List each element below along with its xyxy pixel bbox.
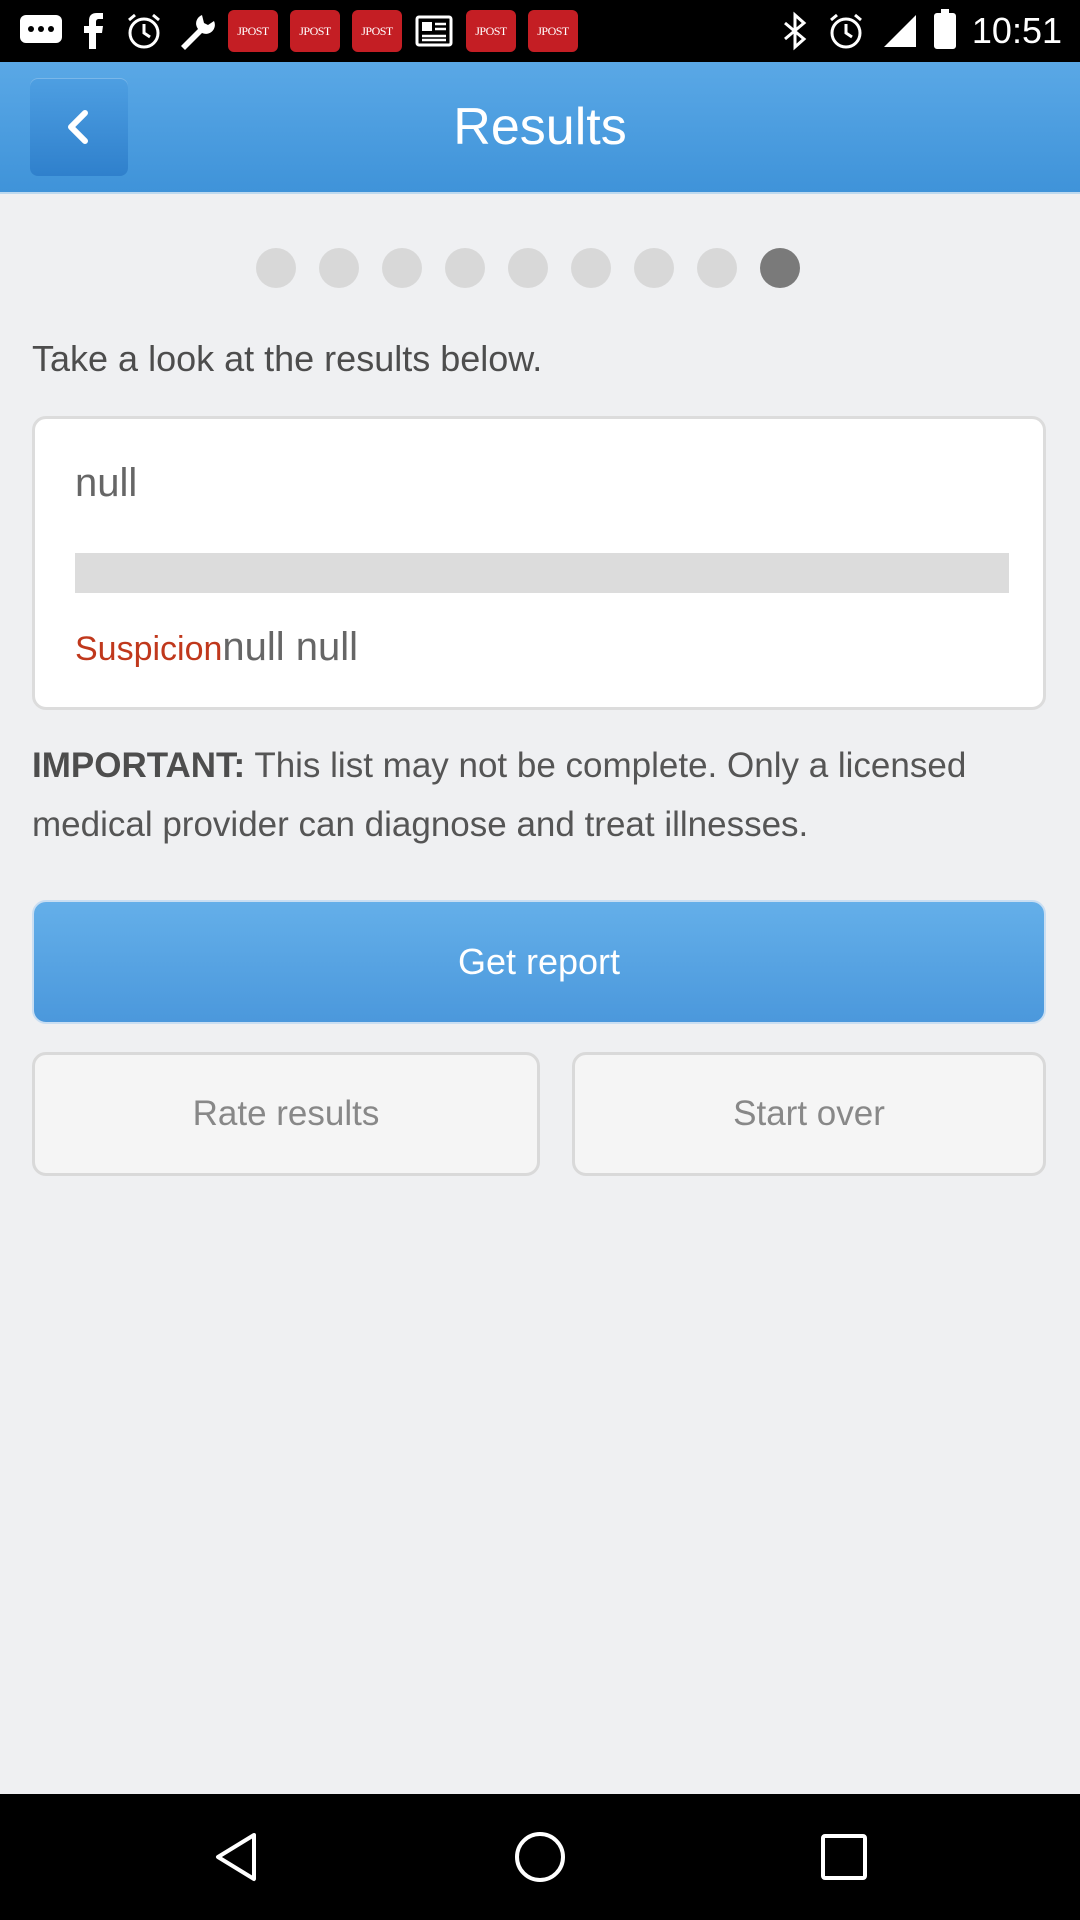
- bluetooth-icon: [783, 11, 807, 51]
- nav-recents-button[interactable]: [784, 1794, 904, 1920]
- progress-dot: [256, 248, 296, 288]
- progress-indicator: [256, 248, 800, 288]
- jpost-icon: JPOST: [228, 10, 278, 52]
- signal-icon: [883, 15, 916, 47]
- progress-dot: [319, 248, 359, 288]
- notification-icons: JPOST JPOST JPOST JPOST JPOST: [18, 8, 578, 54]
- rate-results-button[interactable]: Rate results: [32, 1052, 540, 1176]
- jpost-icon: JPOST: [528, 10, 578, 52]
- recents-square-icon: [821, 1834, 867, 1880]
- jpost-icon: JPOST: [352, 10, 402, 52]
- suspicion-label: Suspicion: [75, 630, 223, 668]
- battery-icon: [933, 9, 956, 49]
- result-card[interactable]: null Suspicion null null: [32, 416, 1046, 710]
- intro-text: Take a look at the results below.: [32, 338, 543, 379]
- status-bar: JPOST JPOST JPOST JPOST JPOST 10:51: [0, 0, 1080, 62]
- result-title: null: [75, 461, 138, 505]
- result-detail-row: Suspicion null null: [75, 625, 358, 670]
- navigation-bar: [0, 1794, 1080, 1920]
- important-label: IMPORTANT:: [32, 746, 246, 785]
- progress-dot: [382, 248, 422, 288]
- progress-dot: [508, 248, 548, 288]
- wrench-icon: [181, 15, 215, 50]
- system-icons: 10:51: [780, 8, 1062, 54]
- app-bar: Results: [0, 62, 1080, 194]
- jpost-icon: JPOST: [466, 10, 516, 52]
- progress-dot-current: [760, 248, 800, 288]
- facebook-icon: [84, 13, 103, 49]
- result-probability-bar: [75, 553, 1009, 593]
- home-circle-icon: [515, 1832, 565, 1882]
- jpost-icon: JPOST: [290, 10, 340, 52]
- progress-dot: [571, 248, 611, 288]
- get-report-button[interactable]: Get report: [32, 900, 1046, 1024]
- progress-dot: [445, 248, 485, 288]
- page-title: Results: [453, 98, 627, 156]
- clock: 10:51: [971, 10, 1062, 51]
- result-subtitle: null null: [222, 625, 359, 669]
- news-icon: [415, 15, 453, 47]
- nav-home-button[interactable]: [480, 1794, 600, 1920]
- messages-icon: [20, 15, 62, 43]
- start-over-button[interactable]: Start over: [572, 1052, 1046, 1176]
- alarm-icon: [829, 13, 862, 49]
- progress-dot: [634, 248, 674, 288]
- alarm-icon: [128, 13, 160, 49]
- back-triangle-icon: [216, 1833, 256, 1881]
- nav-back-button[interactable]: [176, 1794, 296, 1920]
- important-notice: IMPORTANT: This list may not be complete…: [32, 736, 1052, 854]
- progress-dot: [697, 248, 737, 288]
